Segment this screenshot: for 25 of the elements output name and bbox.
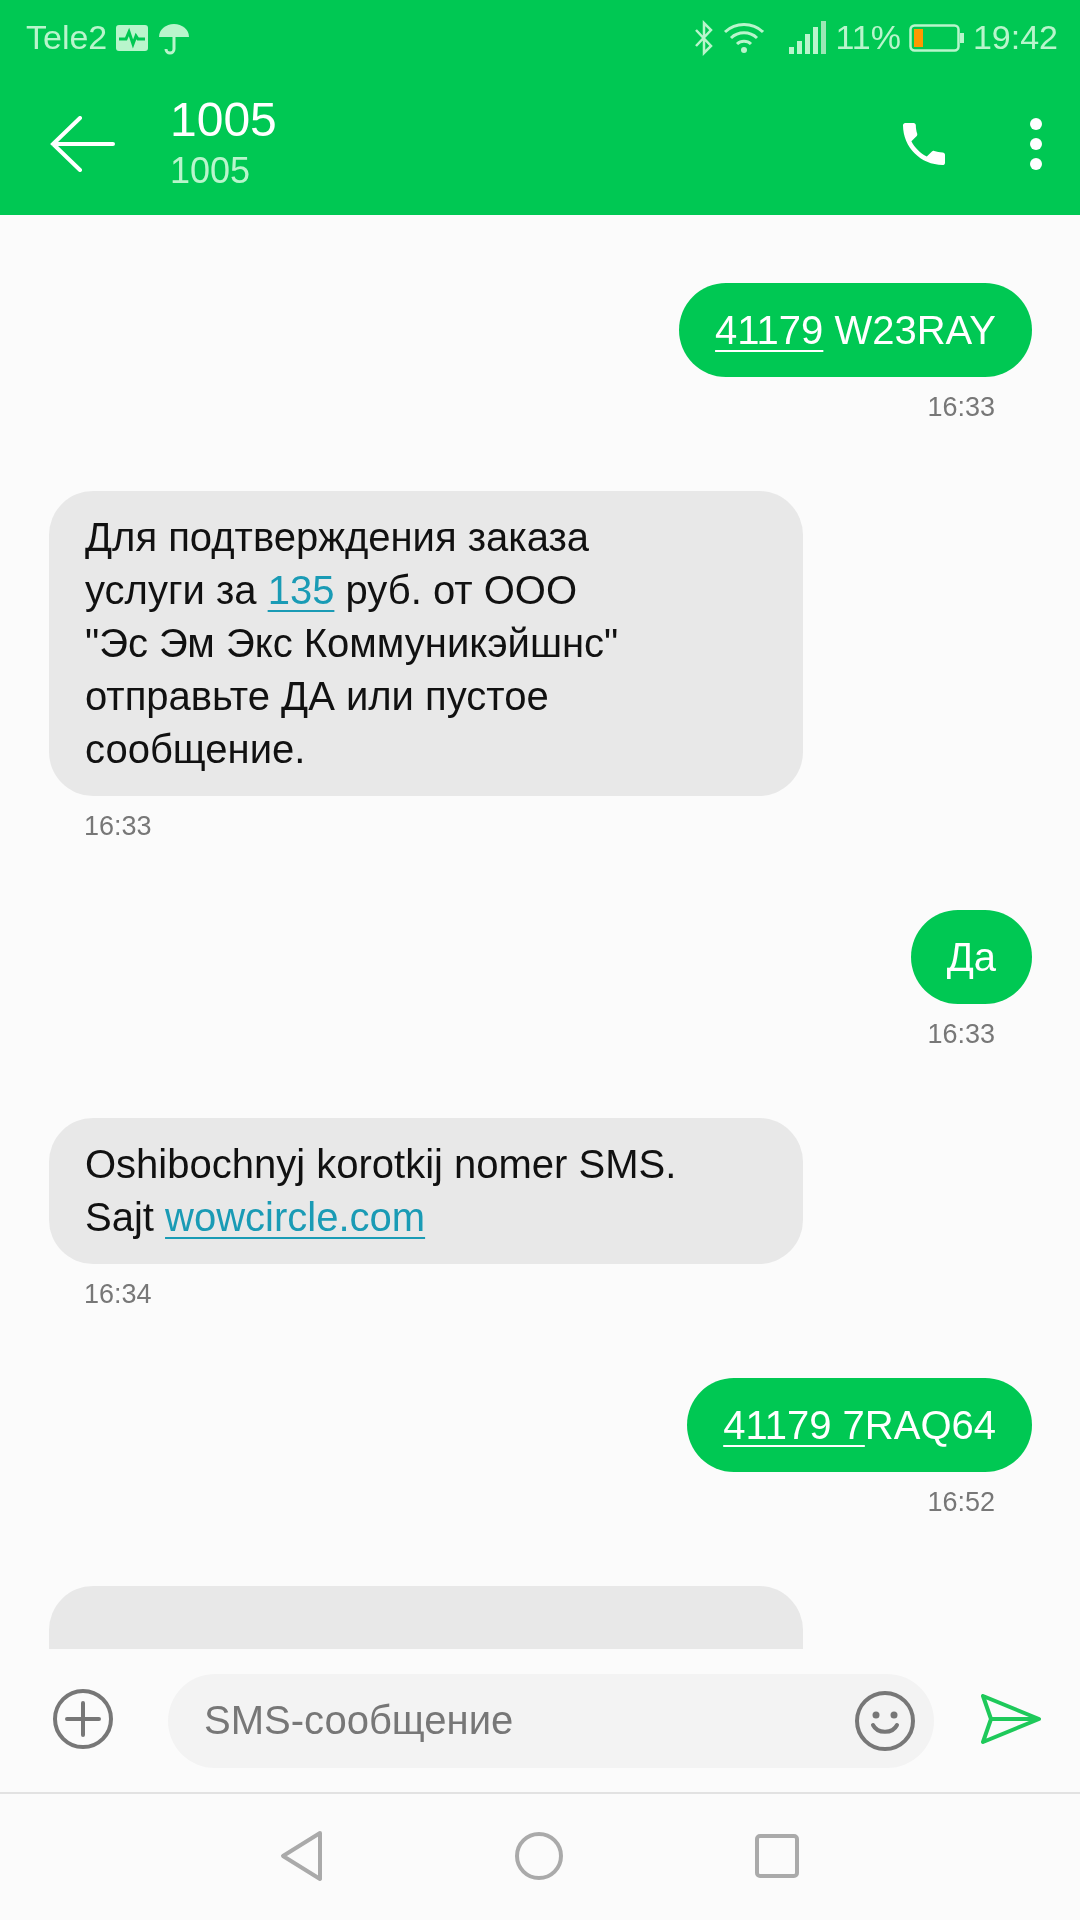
sent-message-bubble: 41179 W23RAY bbox=[679, 283, 1032, 377]
message-time: 16:52 bbox=[927, 1486, 995, 1518]
emoji-icon[interactable] bbox=[854, 1689, 916, 1752]
message-link[interactable]: wowcircle.com bbox=[165, 1195, 426, 1239]
message-time: 16:33 bbox=[927, 391, 995, 423]
contact-title: 1005 bbox=[170, 92, 278, 148]
sent-message-bubble: 41179 7RAQ64 bbox=[687, 1378, 1032, 1472]
message-link[interactable]: 41179 7 bbox=[723, 1403, 865, 1447]
signal-icon bbox=[787, 20, 828, 55]
message-time: 16:33 bbox=[927, 1018, 995, 1050]
battery-icon bbox=[908, 23, 965, 52]
message-link[interactable]: 135 bbox=[267, 568, 335, 612]
clock-time: 19:42 bbox=[972, 18, 1058, 57]
activity-icon bbox=[115, 23, 150, 52]
sent-message-bubble: Да bbox=[910, 910, 1032, 1004]
received-message-bubble: Для подтверждения заказа услуги за 135 руб. от ООО "Эс Эм Экс Коммуникэйшнс" отправьте ДА или пустое сообщение. bbox=[49, 491, 803, 796]
message-input-field[interactable]: SMS-сообщение bbox=[168, 1673, 934, 1768]
carrier-name: Tele2 bbox=[26, 18, 108, 57]
back-button[interactable] bbox=[50, 115, 116, 175]
received-message-bubble: Oshibochnyj korotkij nomer SMS. Sajt wowcircle.com bbox=[49, 1118, 803, 1264]
message-time: 16:34 bbox=[84, 1278, 152, 1310]
battery-percent: 11% bbox=[835, 18, 901, 57]
contact-number: 1005 bbox=[170, 149, 252, 193]
message-link[interactable]: 41179 bbox=[715, 308, 824, 352]
message-time: 16:33 bbox=[84, 810, 152, 842]
